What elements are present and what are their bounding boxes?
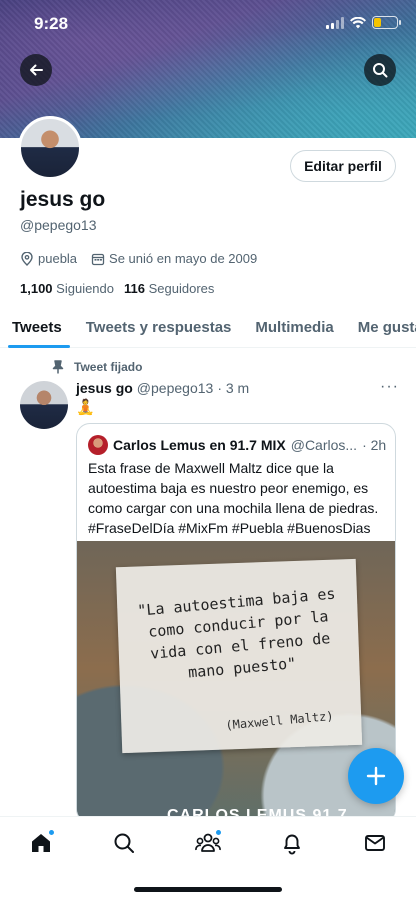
tab-likes[interactable]: Me gusta	[346, 307, 416, 347]
following-label: Siguiendo	[56, 281, 114, 296]
followers-label: Seguidores	[148, 281, 215, 296]
following-link[interactable]: 1,100 Siguiendo	[20, 281, 114, 296]
notifications-icon	[284, 834, 300, 855]
profile-handle: @pepego13	[20, 217, 97, 233]
profile-name: jesus go	[20, 188, 106, 211]
battery-icon	[372, 16, 401, 29]
profile-tabs: Tweets Tweets y respuestas Multimedia Me…	[0, 307, 416, 348]
home-notification-dot	[48, 829, 55, 836]
communities-notification-dot	[215, 829, 222, 836]
pinned-label: Tweet fijado	[74, 360, 143, 374]
quoted-author-name: Carlos Lemus en 91.7 MIX	[113, 437, 286, 453]
follow-stats: 1,100 Siguiendo 116 Seguidores	[20, 281, 214, 296]
tab-tweets-and-replies[interactable]: Tweets y respuestas	[74, 307, 244, 347]
nav-search[interactable]	[111, 830, 137, 856]
following-count: 1,100	[20, 281, 53, 296]
home-indicator	[134, 887, 282, 892]
wifi-icon	[350, 16, 366, 28]
bottom-navigation	[0, 816, 416, 900]
followers-link[interactable]: 116 Seguidores	[124, 281, 214, 296]
status-icons	[326, 16, 401, 29]
calendar-icon	[91, 253, 105, 265]
profile-avatar[interactable]	[18, 116, 82, 180]
nav-messages[interactable]	[362, 830, 388, 856]
location-item: puebla	[20, 251, 77, 266]
quoted-author-handle: @Carlos...	[290, 437, 358, 453]
edit-profile-button[interactable]: Editar perfil	[290, 150, 396, 182]
quoted-time: · 2h	[362, 437, 387, 453]
messages-icon	[365, 835, 385, 851]
back-button[interactable]	[20, 54, 52, 86]
pin-icon	[52, 360, 64, 374]
quoted-tweet[interactable]: Carlos Lemus en 91.7 MIX @Carlos... · 2h…	[76, 423, 396, 823]
cellular-signal-icon	[326, 16, 344, 29]
compose-tweet-button[interactable]	[348, 748, 404, 804]
nav-home[interactable]	[28, 829, 55, 856]
tweet-more-button[interactable]: ···	[380, 378, 399, 396]
image-quote-text: "La autoestima baja es como conducir por…	[136, 584, 337, 682]
followers-count: 116	[124, 281, 145, 296]
plus-icon	[366, 766, 386, 786]
tweet-time: · 3 m	[217, 380, 250, 396]
tab-media[interactable]: Multimedia	[243, 307, 345, 347]
location-text: puebla	[38, 251, 78, 266]
search-icon	[114, 833, 134, 853]
tweet-author-name[interactable]: jesus go	[76, 380, 133, 396]
status-time: 9:28	[34, 14, 69, 33]
image-quote-author: (Maxwell Maltz)	[224, 708, 335, 733]
tab-tweets[interactable]: Tweets	[0, 307, 74, 348]
nav-notifications[interactable]	[279, 830, 305, 856]
joined-item: Se unió en mayo de 2009	[91, 251, 257, 266]
pinned-indicator: Tweet fijado	[52, 360, 142, 374]
nav-communities[interactable]	[195, 829, 222, 856]
quote-note-paper: "La autoestima baja es como conducir por…	[115, 558, 363, 754]
location-pin-icon	[21, 251, 33, 266]
tweet-header: jesus go @pepego13 · 3 m	[76, 380, 249, 396]
back-arrow-icon	[30, 64, 43, 76]
quoted-tweet-header: Carlos Lemus en 91.7 MIX @Carlos... · 2h	[88, 435, 386, 455]
joined-text: Se unió en mayo de 2009	[109, 251, 258, 266]
quoted-author-avatar	[88, 435, 108, 455]
search-button[interactable]	[364, 54, 396, 86]
tweet-text-emoji: 🧘	[76, 399, 95, 416]
tweet-author-avatar[interactable]	[20, 381, 68, 429]
quoted-tweet-text: Esta frase de Maxwell Maltz dice que la …	[88, 460, 379, 536]
tweet-author-handle: @pepego13	[136, 380, 214, 396]
search-icon	[373, 63, 388, 78]
profile-meta: puebla Se unió en mayo de 2009	[20, 251, 257, 266]
